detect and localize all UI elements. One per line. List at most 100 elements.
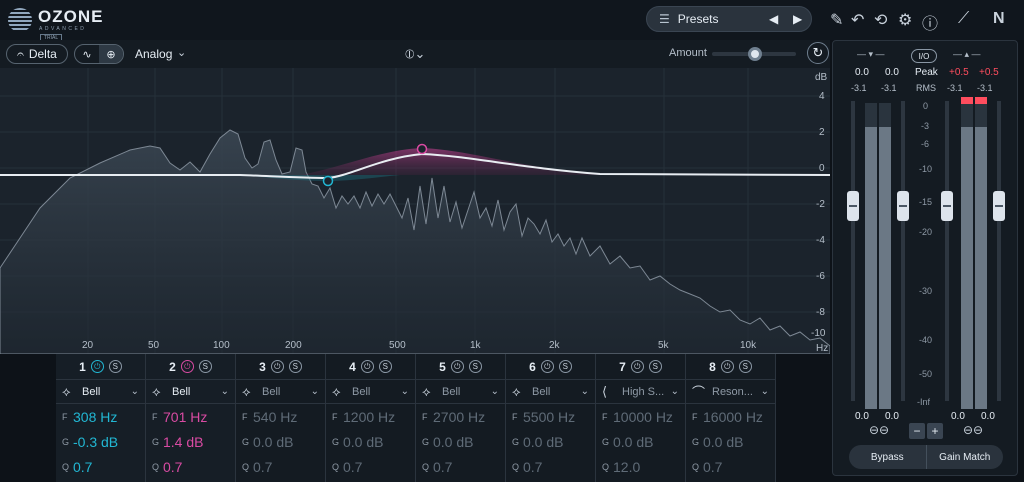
pen-icon[interactable]: ✎ [830, 10, 843, 30]
input-gain-fader-left[interactable] [851, 101, 855, 401]
band-q[interactable]: Q 0.7 [416, 454, 505, 479]
spectrum-graph[interactable] [0, 68, 830, 354]
band-solo-button[interactable]: S [108, 360, 122, 373]
history-icon[interactable]: ⟲ [874, 10, 887, 30]
band-5[interactable]: 5 ⏻ S ⟡ Bell ⌄ F 2700 Hz G 0.0 dB Q 0.7 [416, 354, 506, 482]
chevron-down-icon[interactable]: ⌄ [177, 46, 186, 59]
band-gain-value[interactable]: 0.0 dB [253, 434, 293, 450]
ni-logo-icon[interactable]: N [993, 10, 1005, 28]
band-gain-value[interactable]: -0.3 dB [73, 434, 118, 450]
band-frequency-value[interactable]: 540 Hz [253, 409, 297, 425]
input-gain-fader-right-handle[interactable] [897, 191, 909, 221]
band-2[interactable]: 2 ⏻ S ⟡ Bell ⌄ F 701 Hz G 1.4 dB Q 0.7 [146, 354, 236, 482]
band-2-node[interactable] [416, 143, 428, 155]
band-frequency-value[interactable]: 308 Hz [73, 409, 117, 425]
band-type-select[interactable]: ⟡ Bell ⌄ [236, 380, 325, 404]
input-gain-fader-left-handle[interactable] [847, 191, 859, 221]
bypass-button[interactable]: Bypass [849, 445, 926, 469]
band-frequency[interactable]: F 10000 Hz [596, 404, 685, 429]
band-frequency-value[interactable]: 10000 Hz [613, 409, 673, 425]
input-gain-left-value[interactable]: 0.0 [855, 411, 869, 422]
band-q-value[interactable]: 12.0 [613, 459, 640, 475]
globe-icon[interactable]: ⊕ [99, 45, 123, 63]
band-gain[interactable]: G 0.0 dB [596, 429, 685, 454]
output-link-icon[interactable]: ⊖⊖ [963, 423, 983, 437]
output-gain-right-value[interactable]: 0.0 [981, 411, 995, 422]
band-frequency-value[interactable]: 1200 Hz [343, 409, 395, 425]
output-gain-fader-left-handle[interactable] [941, 191, 953, 221]
preset-next-button[interactable]: ▶ [793, 12, 802, 26]
band-frequency[interactable]: F 2700 Hz [416, 404, 505, 429]
band-frequency[interactable]: F 308 Hz [56, 404, 145, 429]
band-power-button[interactable]: ⏻ [540, 360, 554, 373]
output-gain-fader-right-handle[interactable] [993, 191, 1005, 221]
band-gain[interactable]: G 0.0 dB [506, 429, 595, 454]
band-power-button[interactable]: ⏻ [630, 360, 644, 373]
band-frequency-value[interactable]: 2700 Hz [433, 409, 485, 425]
preset-prev-button[interactable]: ◀ [769, 12, 778, 26]
band-q-value[interactable]: 0.7 [253, 459, 272, 475]
band-q-value[interactable]: 0.7 [343, 459, 362, 475]
output-gain-fader-left[interactable] [945, 101, 949, 401]
band-type-select[interactable]: ⟡ Bell ⌄ [146, 380, 235, 404]
input-link-icon[interactable]: ⊖⊖ [869, 423, 889, 437]
band-gain-value[interactable]: 0.0 dB [433, 434, 473, 450]
band-solo-button[interactable]: S [468, 360, 482, 373]
band-frequency[interactable]: F 1200 Hz [326, 404, 415, 429]
output-meter-mode-icon[interactable]: — ▴ — [953, 49, 981, 60]
band-q-value[interactable]: 0.7 [73, 459, 92, 475]
band-frequency[interactable]: F 16000 Hz [686, 404, 775, 429]
undo-icon[interactable]: ↶ [851, 10, 864, 30]
band-gain-value[interactable]: 0.0 dB [343, 434, 383, 450]
band-gain-value[interactable]: 0.0 dB [523, 434, 563, 450]
band-frequency[interactable]: F 701 Hz [146, 404, 235, 429]
band-q-value[interactable]: 0.7 [433, 459, 452, 475]
band-solo-button[interactable]: S [378, 360, 392, 373]
band-frequency[interactable]: F 540 Hz [236, 404, 325, 429]
output-gain-left-value[interactable]: 0.0 [951, 411, 965, 422]
band-type-select[interactable]: ⟡ Bell ⌄ [56, 380, 145, 404]
band-q[interactable]: Q 0.7 [506, 454, 595, 479]
band-gain[interactable]: G 0.0 dB [686, 429, 775, 454]
band-4[interactable]: 4 ⏻ S ⟡ Bell ⌄ F 1200 Hz G 0.0 dB Q 0.7 [326, 354, 416, 482]
band-q[interactable]: Q 0.7 [236, 454, 325, 479]
band-q-value[interactable]: 0.7 [703, 459, 722, 475]
band-power-button[interactable]: ⏻ [360, 360, 374, 373]
band-solo-button[interactable]: S [198, 360, 212, 373]
band-type-select[interactable]: ⟡ Bell ⌄ [506, 380, 595, 404]
band-6[interactable]: 6 ⏻ S ⟡ Bell ⌄ F 5500 Hz G 0.0 dB Q 0.7 [506, 354, 596, 482]
mode-toggle[interactable]: ∿ ⊕ [74, 44, 124, 64]
band-power-button[interactable]: ⏻ [180, 360, 194, 373]
gear-icon[interactable]: ⚙ [898, 10, 912, 30]
band-power-button[interactable]: ⏻ [90, 360, 104, 373]
band-q[interactable]: Q 0.7 [56, 454, 145, 479]
route-icon[interactable]: ⟋ [958, 10, 969, 28]
band-gain-value[interactable]: 1.4 dB [163, 434, 203, 450]
gain-match-button[interactable]: Gain Match [925, 445, 1004, 469]
learn-button[interactable]: ↻ [807, 42, 829, 64]
band-q[interactable]: Q 0.7 [686, 454, 775, 479]
band-frequency[interactable]: F 5500 Hz [506, 404, 595, 429]
band-gain[interactable]: G -0.3 dB [56, 429, 145, 454]
zoom-in-button[interactable]: + [927, 423, 943, 439]
band-solo-button[interactable]: S [288, 360, 302, 373]
band-q[interactable]: Q 0.7 [146, 454, 235, 479]
presets-bar[interactable]: ☰ Presets ◀ ▶ [646, 6, 812, 32]
band-gain[interactable]: G 0.0 dB [326, 429, 415, 454]
delta-button[interactable]: 𝄐 Delta [6, 44, 68, 64]
band-gain[interactable]: G 0.0 dB [236, 429, 325, 454]
band-power-button[interactable]: ⏻ [270, 360, 284, 373]
band-power-button[interactable]: ⏻ [720, 360, 734, 373]
band-type-select[interactable]: ⟡ Bell ⌄ [416, 380, 505, 404]
output-clip-indicator-right[interactable] [975, 97, 987, 104]
band-1-node[interactable] [322, 175, 334, 187]
band-q[interactable]: Q 12.0 [596, 454, 685, 479]
band-power-button[interactable]: ⏻ [450, 360, 464, 373]
band-q-value[interactable]: 0.7 [523, 459, 542, 475]
io-link-button[interactable]: I/O [911, 49, 937, 63]
analog-mode-label[interactable]: Analog [135, 47, 172, 61]
input-gain-right-value[interactable]: 0.0 [885, 411, 899, 422]
band-type-select[interactable]: ⌒ Reson... ⌄ [686, 380, 775, 404]
band-gain-value[interactable]: 0.0 dB [703, 434, 743, 450]
band-solo-button[interactable]: S [558, 360, 572, 373]
